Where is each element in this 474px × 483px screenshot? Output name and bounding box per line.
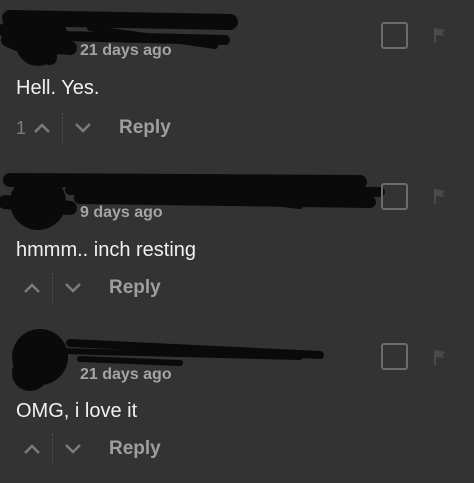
chevron-up-icon[interactable] <box>22 281 42 295</box>
reply-button[interactable]: Reply <box>109 438 161 460</box>
redacted-username-scribble <box>0 173 385 230</box>
select-checkbox[interactable] <box>381 343 408 370</box>
reply-button[interactable]: Reply <box>119 117 171 139</box>
chevron-up-icon[interactable] <box>32 121 52 135</box>
comment-1: 21 days ago Hell. Yes. 1 Reply <box>0 0 474 160</box>
comment-text: hmmm.. inch resting <box>16 239 197 261</box>
chevron-down-icon[interactable] <box>63 281 83 295</box>
flag-icon[interactable] <box>430 25 450 45</box>
comment-2: 9 days ago hmmm.. inch resting Reply <box>0 162 474 322</box>
vote-count: 1 <box>16 117 27 138</box>
comment-actions: Reply <box>16 273 161 303</box>
flag-icon[interactable] <box>430 347 450 367</box>
chevron-down-icon[interactable] <box>63 442 83 456</box>
comment-timestamp: 9 days ago <box>80 204 163 221</box>
comment-timestamp: 21 days ago <box>80 42 172 59</box>
reply-button[interactable]: Reply <box>109 277 161 299</box>
comment-actions: 1 Reply <box>16 113 171 143</box>
chevron-up-icon[interactable] <box>22 442 42 456</box>
vote-divider <box>52 273 53 303</box>
select-checkbox[interactable] <box>381 22 408 49</box>
chevron-down-icon[interactable] <box>73 121 93 135</box>
comment-actions: Reply <box>16 434 161 464</box>
redacted-username-scribble <box>0 10 238 66</box>
comment-text: OMG, i love it <box>16 400 138 422</box>
comment-timestamp: 21 days ago <box>80 366 172 383</box>
vote-divider <box>52 434 53 464</box>
flag-icon[interactable] <box>430 186 450 206</box>
comment-text: Hell. Yes. <box>16 77 100 99</box>
vote-divider <box>62 113 64 143</box>
redacted-username-scribble <box>12 329 324 391</box>
select-checkbox[interactable] <box>381 183 408 210</box>
comment-3: 21 days ago OMG, i love it Reply <box>0 323 474 483</box>
